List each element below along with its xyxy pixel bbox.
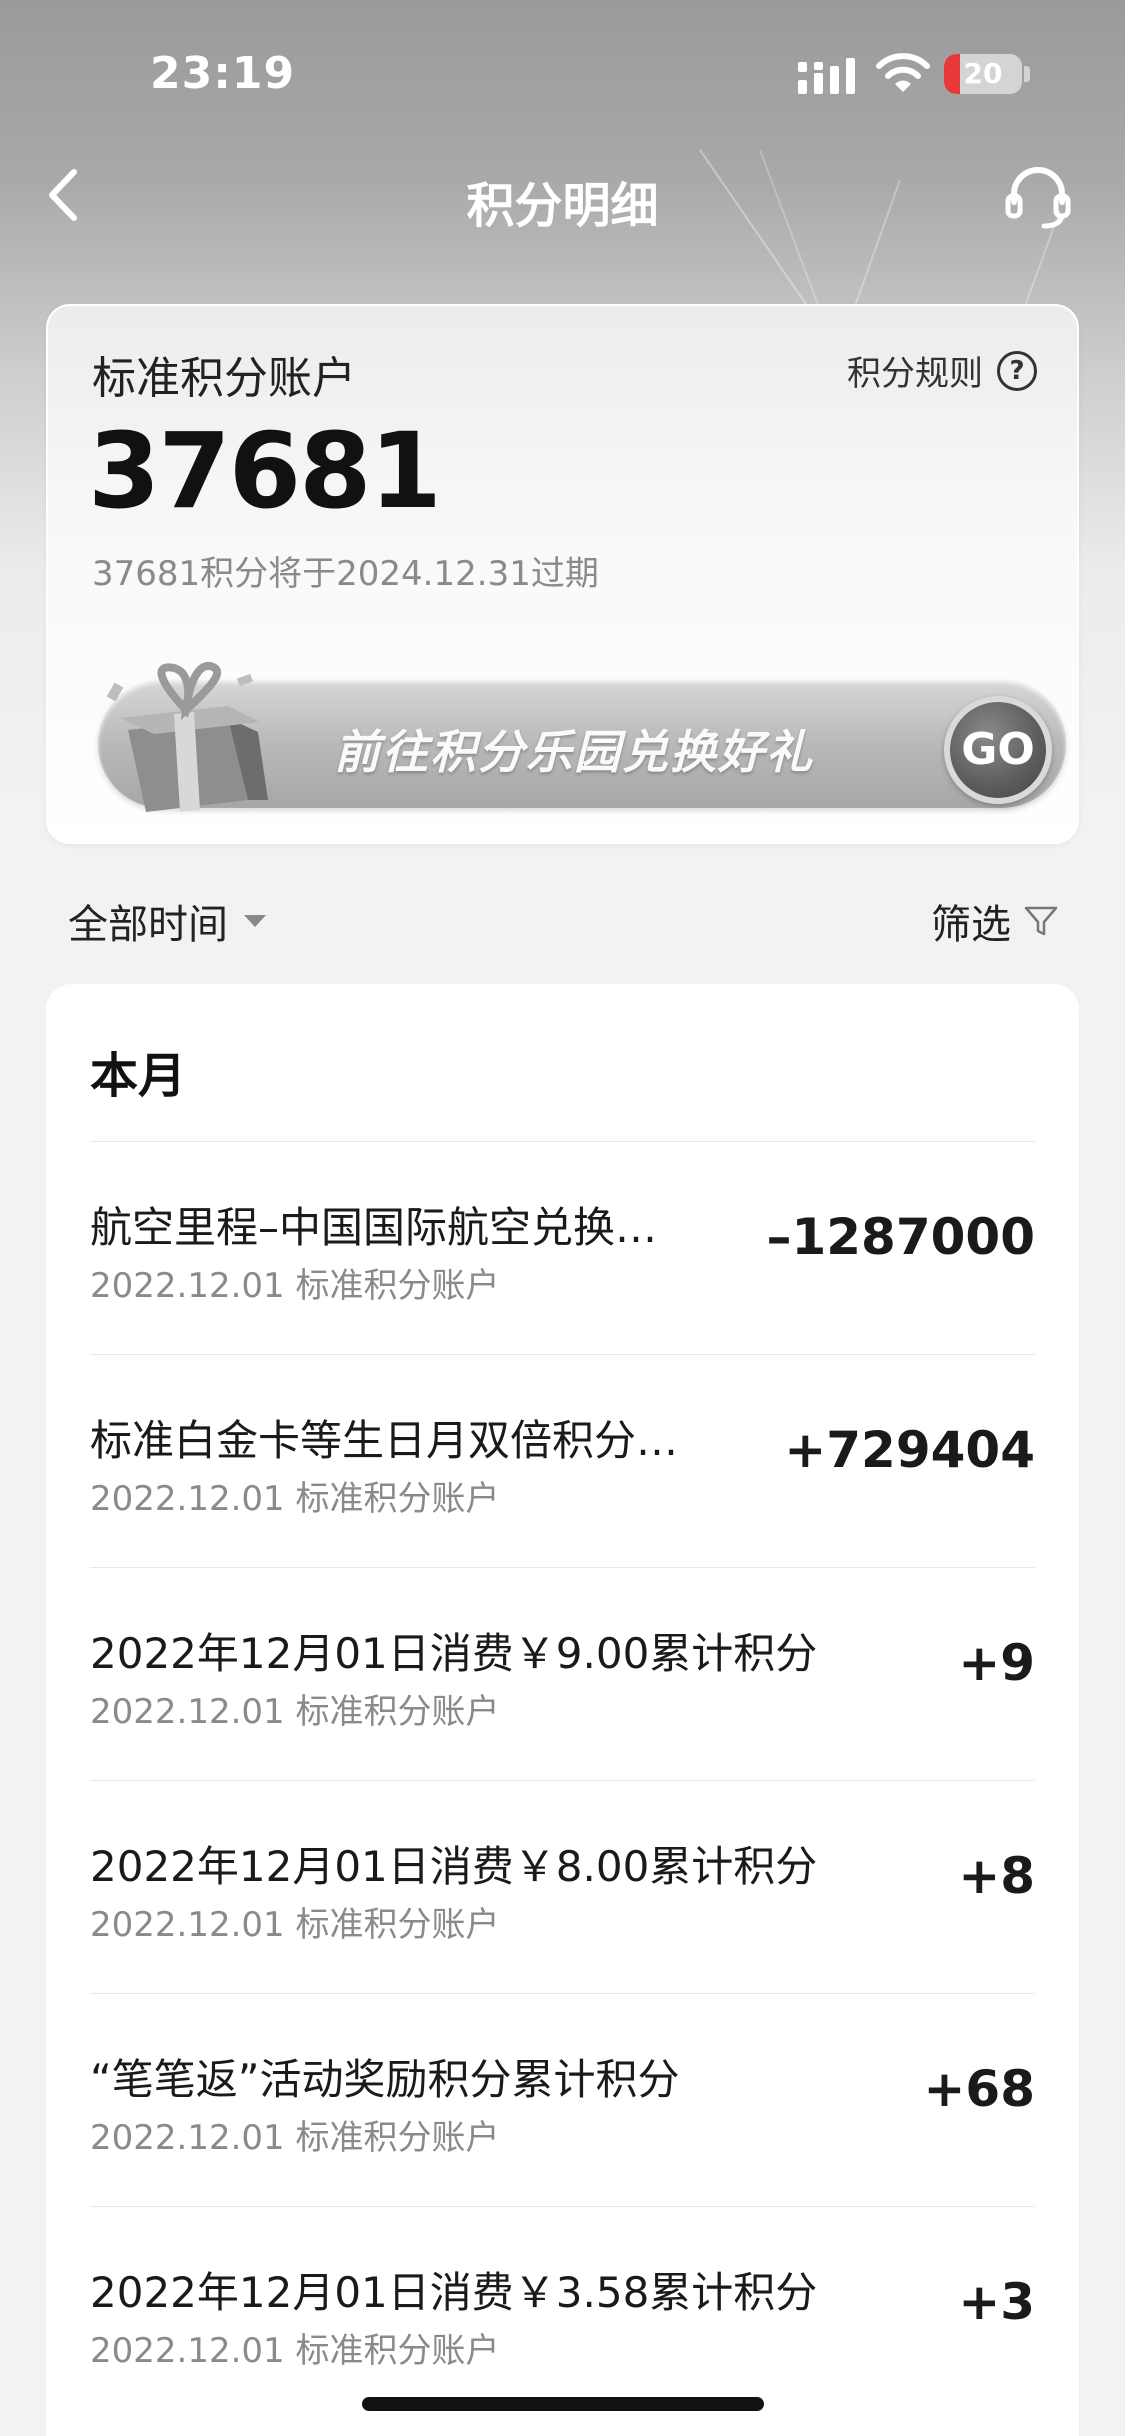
transaction-date: 2022.12.01: [90, 2331, 285, 2371]
transaction-date: 2022.12.01: [90, 2118, 285, 2158]
funnel-icon: [1024, 906, 1058, 936]
transaction-meta: 2022.12.01 标准积分账户: [90, 2323, 499, 2372]
account-label: 标准积分账户: [92, 353, 356, 404]
transaction-title: 2022年12月01日消费￥3.58累计积分: [90, 2268, 818, 2317]
transaction-amount: +9: [958, 1634, 1035, 1692]
transaction-amount: +68: [923, 2060, 1035, 2118]
caret-down-icon: [244, 915, 266, 927]
transaction-meta: 2022.12.01 标准积分账户: [90, 1897, 499, 1946]
transaction-amount: +3: [958, 2273, 1035, 2331]
filter-label: 筛选: [931, 902, 1011, 948]
time-range-label: 全部时间: [68, 902, 228, 948]
points-account-card: 标准积分账户 积分规则 ? 37681 37681积分将于2024.12.31过…: [46, 304, 1079, 844]
transaction-row[interactable]: “笔笔返”活动奖励积分累计积分 2022.12.01 标准积分账户 +68: [90, 1993, 1035, 2206]
transaction-date: 2022.12.01: [90, 1692, 285, 1732]
points-balance: 37681: [88, 410, 442, 532]
transaction-account: 标准积分账户: [295, 1266, 500, 1306]
points-rules-link[interactable]: 积分规则 ?: [847, 346, 1037, 395]
question-circle-icon: ?: [997, 350, 1037, 391]
battery-level: 20: [963, 57, 1003, 90]
status-time: 23:19: [150, 48, 296, 99]
transaction-amount: +729404: [784, 1421, 1035, 1479]
points-mall-banner[interactable]: 前往积分乐园兑换好礼 GO: [98, 660, 1066, 812]
transaction-date: 2022.12.01: [90, 1266, 285, 1306]
transaction-row[interactable]: 航空里程–中国国际航空兑换… 2022.12.01 标准积分账户 –128700…: [90, 1141, 1035, 1354]
filter-button[interactable]: 筛选: [931, 892, 1059, 950]
month-header: 本月: [90, 1048, 187, 1104]
battery-cap: [1024, 66, 1030, 82]
transaction-account: 标准积分账户: [295, 1479, 500, 1519]
expiry-notice: 37681积分将于2024.12.31过期: [92, 554, 599, 594]
transaction-date: 2022.12.01: [90, 1479, 285, 1519]
promo-text: 前往积分乐园兑换好礼: [334, 725, 814, 779]
transaction-title: 2022年12月01日消费￥9.00累计积分: [90, 1629, 818, 1678]
transaction-row[interactable]: 2022年12月01日消费￥8.00累计积分 2022.12.01 标准积分账户…: [90, 1780, 1035, 1993]
points-rules-label: 积分规则: [847, 354, 983, 394]
transaction-amount: –1287000: [766, 1208, 1035, 1266]
gift-box-icon: [106, 662, 268, 812]
transaction-meta: 2022.12.01 标准积分账户: [90, 2110, 499, 2159]
transaction-title: 2022年12月01日消费￥8.00累计积分: [90, 1842, 818, 1891]
wifi-icon: [876, 53, 930, 92]
go-button[interactable]: GO: [944, 696, 1052, 804]
transaction-account: 标准积分账户: [295, 1692, 500, 1732]
transaction-row[interactable]: 2022年12月01日消费￥9.00累计积分 2022.12.01 标准积分账户…: [90, 1567, 1035, 1780]
transaction-title: 标准白金卡等生日月双倍积分…: [90, 1416, 679, 1465]
transaction-row[interactable]: 标准白金卡等生日月双倍积分… 2022.12.01 标准积分账户 +729404: [90, 1354, 1035, 1567]
page-title: 积分明细: [466, 178, 659, 234]
transaction-meta: 2022.12.01 标准积分账户: [90, 1258, 499, 1307]
transaction-meta: 2022.12.01 标准积分账户: [90, 1684, 499, 1733]
headset-icon: [1005, 167, 1071, 229]
status-bar: 23:19 20: [0, 0, 1125, 150]
transaction-row[interactable]: 2022年12月01日消费￥3.58累计积分 2022.12.01 标准积分账户…: [90, 2206, 1035, 2419]
transaction-title: “笔笔返”活动奖励积分累计积分: [90, 2055, 680, 2104]
transaction-account: 标准积分账户: [295, 1905, 500, 1945]
transaction-account: 标准积分账户: [295, 2331, 500, 2371]
transaction-title: 航空里程–中国国际航空兑换…: [90, 1203, 658, 1252]
home-indicator[interactable]: [362, 2397, 764, 2411]
customer-service-button[interactable]: [1000, 158, 1076, 234]
transaction-list: 本月 航空里程–中国国际航空兑换… 2022.12.01 标准积分账户 –128…: [46, 984, 1079, 2436]
transaction-amount: +8: [958, 1847, 1035, 1905]
signal-icon: [798, 58, 855, 94]
time-range-dropdown[interactable]: 全部时间: [68, 892, 266, 950]
battery-indicator: 20: [944, 54, 1022, 94]
transaction-account: 标准积分账户: [295, 2118, 500, 2158]
transaction-date: 2022.12.01: [90, 1905, 285, 1945]
transaction-meta: 2022.12.01 标准积分账户: [90, 1471, 499, 1520]
